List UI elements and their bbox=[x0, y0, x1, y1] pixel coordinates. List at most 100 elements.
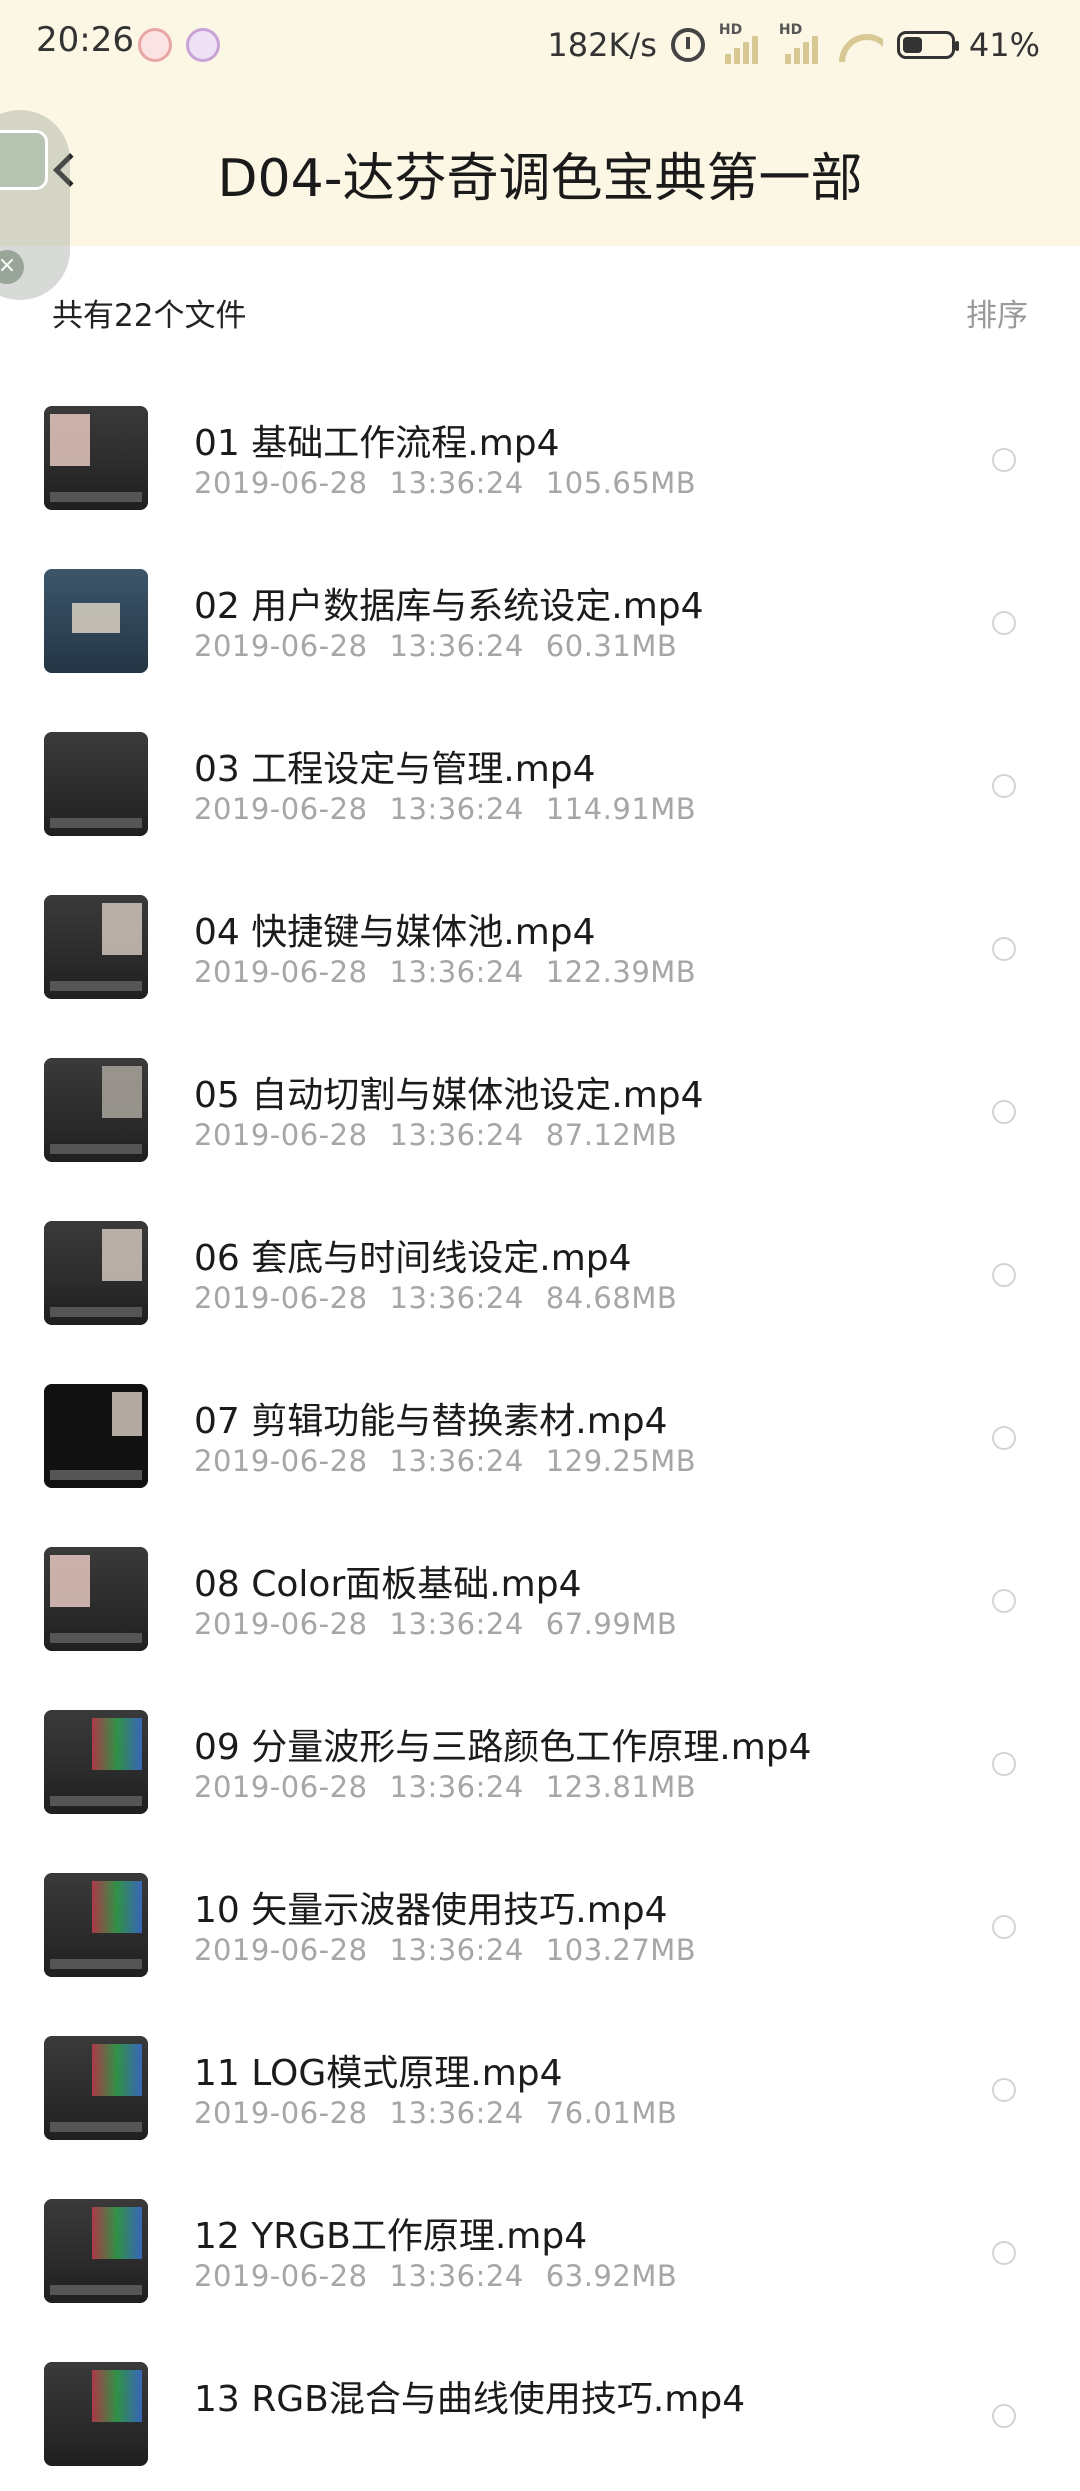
file-time: 13:36:24 bbox=[389, 1770, 524, 1804]
file-row[interactable]: 03 工程设定与管理.mp4 2019-06-28 13:36:24 114.91M… bbox=[0, 698, 1080, 861]
file-row[interactable]: 10 矢量示波器使用技巧.mp4 2019-06-28 13:36:24 103.2… bbox=[0, 1839, 1080, 2002]
file-time: 13:36:24 bbox=[389, 792, 524, 826]
file-size: 60.31MB bbox=[545, 629, 678, 663]
file-meta: 2019-06-28 13:36:24 103.27MB bbox=[194, 1933, 718, 1967]
video-thumbnail bbox=[44, 1710, 148, 1814]
file-meta: 2019-06-28 13:36:24 129.25MB bbox=[194, 1444, 718, 1478]
floating-ball[interactable]: × bbox=[0, 110, 70, 300]
select-radio[interactable] bbox=[992, 2241, 1016, 2265]
file-name: 06 套底与时间线设定.mp4 bbox=[194, 1238, 632, 1279]
file-list: 01 基础工作流程.mp4 2019-06-28 13:36:24 105.65MB… bbox=[0, 372, 1080, 2491]
select-radio[interactable] bbox=[992, 1752, 1016, 1776]
video-thumbnail bbox=[44, 732, 148, 836]
file-size: 123.81MB bbox=[545, 1770, 697, 1804]
file-time: 13:36:24 bbox=[389, 629, 524, 663]
file-row[interactable]: 01 基础工作流程.mp4 2019-06-28 13:36:24 105.65MB bbox=[0, 372, 1080, 535]
file-row[interactable]: 06 套底与时间线设定.mp4 2019-06-28 13:36:24 84.68M… bbox=[0, 1187, 1080, 1350]
file-name: 03 工程设定与管理.mp4 bbox=[194, 749, 596, 790]
video-thumbnail bbox=[44, 1384, 148, 1488]
file-date: 2019-06-28 bbox=[194, 1933, 368, 1967]
file-date: 2019-06-28 bbox=[194, 955, 368, 989]
select-radio[interactable] bbox=[992, 448, 1016, 472]
file-row[interactable]: 02 用户数据库与系统设定.mp4 2019-06-28 13:36:24 60.3… bbox=[0, 535, 1080, 698]
file-row[interactable]: 08 Color面板基础.mp4 2019-06-28 13:36:24 67.99… bbox=[0, 1513, 1080, 1676]
select-radio[interactable] bbox=[992, 1426, 1016, 1450]
file-meta: 2019-06-28 13:36:24 60.31MB bbox=[194, 629, 699, 663]
file-time: 13:36:24 bbox=[389, 955, 524, 989]
file-date: 2019-06-28 bbox=[194, 1607, 368, 1641]
video-thumbnail bbox=[44, 406, 148, 510]
video-thumbnail bbox=[44, 569, 148, 673]
file-row[interactable]: 11 LOG模式原理.mp4 2019-06-28 13:36:24 76.01MB bbox=[0, 2002, 1080, 2165]
select-radio[interactable] bbox=[992, 1263, 1016, 1287]
file-name: 09 分量波形与三路颜色工作原理.mp4 bbox=[194, 1727, 812, 1768]
file-date: 2019-06-28 bbox=[194, 792, 368, 826]
battery-icon bbox=[896, 31, 959, 59]
file-size: 87.12MB bbox=[545, 1118, 678, 1152]
file-size: 63.92MB bbox=[545, 2259, 678, 2293]
file-size: 105.65MB bbox=[545, 466, 697, 500]
video-thumbnail bbox=[44, 2199, 148, 2303]
file-meta: 2019-06-28 13:36:24 84.68MB bbox=[194, 1281, 699, 1315]
file-name: 12 YRGB工作原理.mp4 bbox=[194, 2216, 588, 2257]
file-size: 84.68MB bbox=[545, 1281, 678, 1315]
file-row[interactable]: 05 自动切割与媒体池设定.mp4 2019-06-28 13:36:24 87.1… bbox=[0, 1024, 1080, 1187]
file-meta: 2019-06-28 13:36:24 67.99MB bbox=[194, 1607, 699, 1641]
video-thumbnail bbox=[44, 1873, 148, 1977]
sort-button[interactable]: 排序 bbox=[966, 290, 1028, 335]
file-date: 2019-06-28 bbox=[194, 629, 368, 663]
select-radio[interactable] bbox=[992, 1589, 1016, 1613]
select-radio[interactable] bbox=[992, 1100, 1016, 1124]
notification-icon bbox=[186, 28, 220, 62]
file-name: 11 LOG模式原理.mp4 bbox=[194, 2053, 563, 2094]
file-time: 13:36:24 bbox=[389, 1281, 524, 1315]
file-time: 13:36:24 bbox=[389, 466, 524, 500]
video-thumbnail bbox=[44, 1547, 148, 1651]
file-size: 122.39MB bbox=[545, 955, 697, 989]
signal-icon: HD bbox=[719, 22, 765, 64]
file-name: 07 剪辑功能与替换素材.mp4 bbox=[194, 1401, 668, 1442]
wifi-icon bbox=[839, 28, 883, 62]
notification-icon bbox=[138, 28, 172, 62]
file-row[interactable]: 12 YRGB工作原理.mp4 2019-06-28 13:36:24 63.92M… bbox=[0, 2165, 1080, 2328]
video-thumbnail bbox=[44, 895, 148, 999]
file-row[interactable]: 09 分量波形与三路颜色工作原理.mp4 2019-06-28 13:36:24 1… bbox=[0, 1676, 1080, 1839]
video-thumbnail bbox=[44, 1058, 148, 1162]
select-radio[interactable] bbox=[992, 2404, 1016, 2428]
status-right: 182K/s HD HD 41% bbox=[547, 20, 1040, 70]
file-row[interactable]: 04 快捷键与媒体池.mp4 2019-06-28 13:36:24 122.39M… bbox=[0, 861, 1080, 1024]
file-time: 13:36:24 bbox=[389, 2096, 524, 2130]
file-size: 76.01MB bbox=[545, 2096, 678, 2130]
select-radio[interactable] bbox=[992, 611, 1016, 635]
close-icon[interactable]: × bbox=[0, 250, 24, 284]
file-name: 10 矢量示波器使用技巧.mp4 bbox=[194, 1890, 668, 1931]
status-time: 20:26 bbox=[36, 20, 134, 60]
file-meta: 2019-06-28 13:36:24 122.39MB bbox=[194, 955, 718, 989]
video-thumbnail bbox=[44, 1221, 148, 1325]
file-name: 01 基础工作流程.mp4 bbox=[194, 423, 560, 464]
file-size: 114.91MB bbox=[545, 792, 697, 826]
status-bar: 20:26 182K/s HD HD 41% bbox=[0, 0, 1080, 92]
file-time: 13:36:24 bbox=[389, 1933, 524, 1967]
select-radio[interactable] bbox=[992, 1915, 1016, 1939]
file-meta: 2019-06-28 13:36:24 114.91MB bbox=[194, 792, 718, 826]
select-radio[interactable] bbox=[992, 774, 1016, 798]
file-date: 2019-06-28 bbox=[194, 1444, 368, 1478]
file-date: 2019-06-28 bbox=[194, 1770, 368, 1804]
file-row[interactable]: 13 RGB混合与曲线使用技巧.mp4 bbox=[0, 2328, 1080, 2491]
file-time: 13:36:24 bbox=[389, 2259, 524, 2293]
floating-app-icon[interactable] bbox=[0, 130, 48, 190]
file-meta: 2019-06-28 13:36:24 63.92MB bbox=[194, 2259, 699, 2293]
file-row[interactable]: 07 剪辑功能与替换素材.mp4 2019-06-28 13:36:24 129.2… bbox=[0, 1350, 1080, 1513]
select-radio[interactable] bbox=[992, 2078, 1016, 2102]
select-radio[interactable] bbox=[992, 937, 1016, 961]
file-name: 04 快捷键与媒体池.mp4 bbox=[194, 912, 596, 953]
file-name: 05 自动切割与媒体池设定.mp4 bbox=[194, 1075, 704, 1116]
alarm-icon bbox=[670, 28, 705, 62]
file-size: 129.25MB bbox=[545, 1444, 697, 1478]
file-meta: 2019-06-28 13:36:24 76.01MB bbox=[194, 2096, 699, 2130]
video-thumbnail bbox=[44, 2362, 148, 2466]
file-name: 08 Color面板基础.mp4 bbox=[194, 1564, 582, 1605]
file-meta: 2019-06-28 13:36:24 105.65MB bbox=[194, 466, 718, 500]
list-summary: 共有22个文件 排序 bbox=[0, 280, 1080, 344]
